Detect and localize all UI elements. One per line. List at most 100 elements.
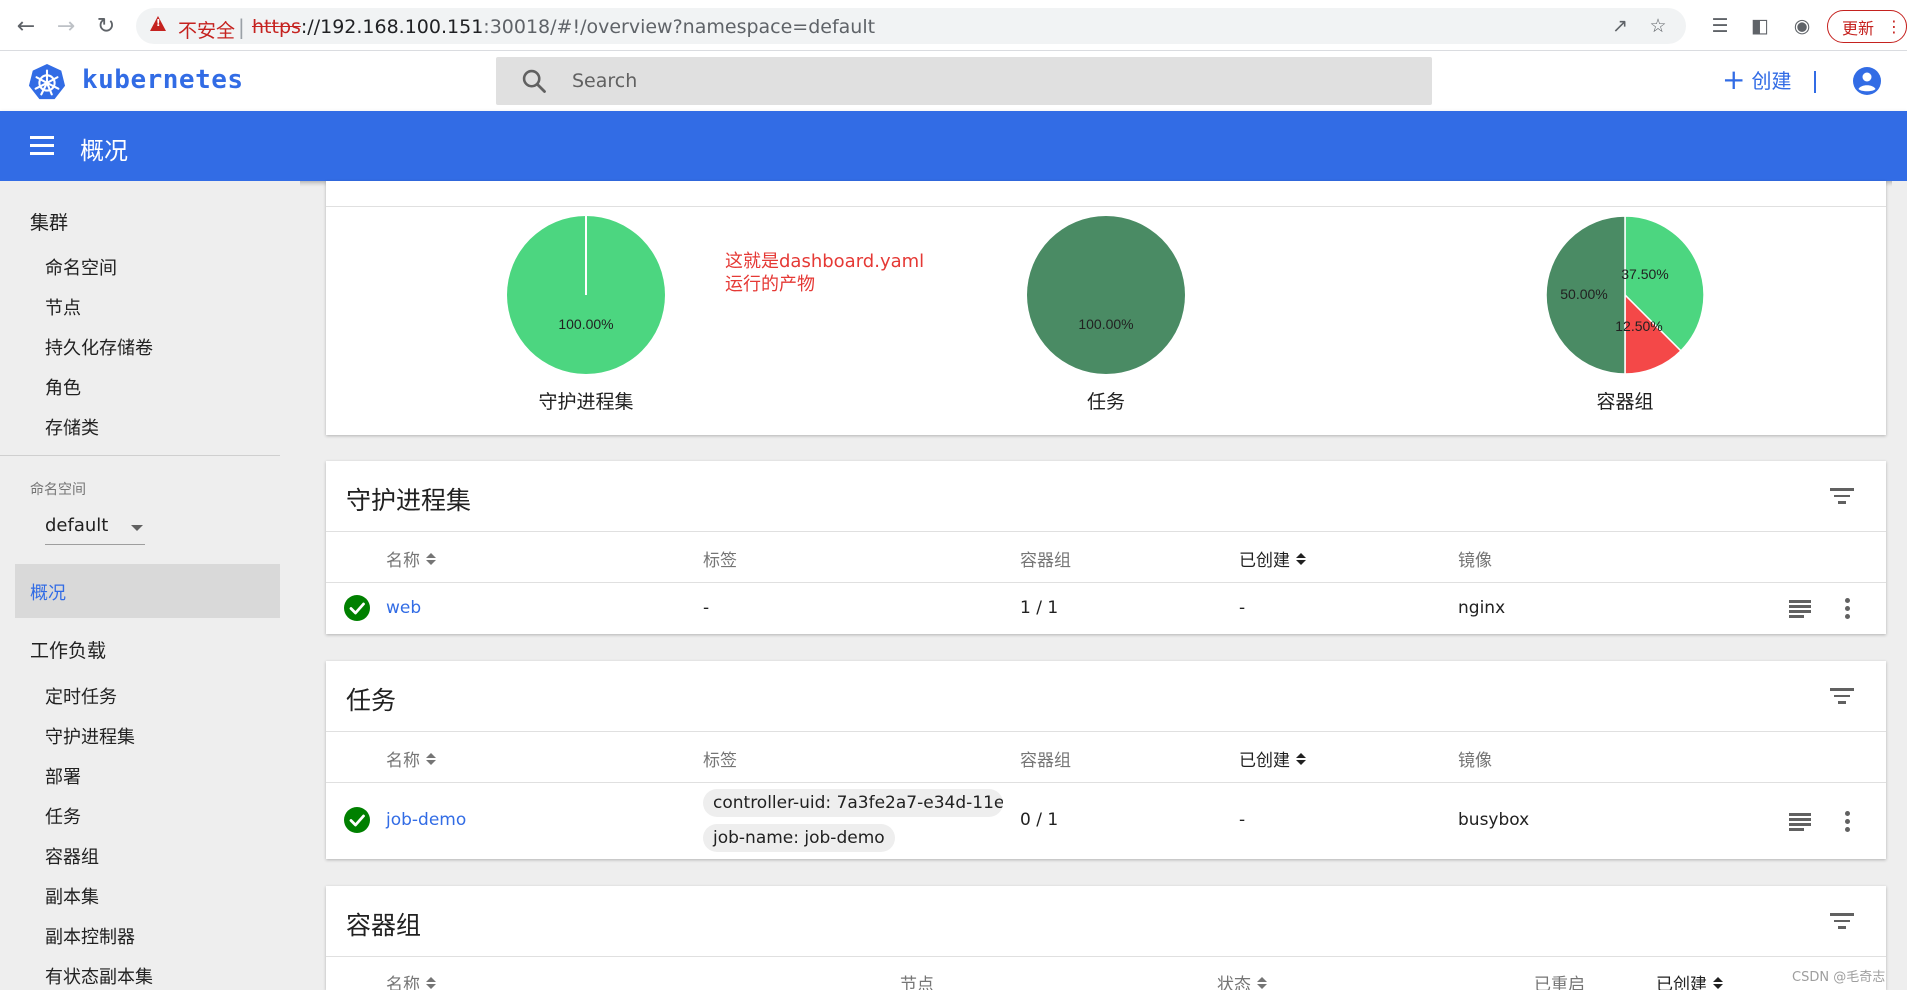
daemonsets-card: 守护进程集 名称 标签 容器组 已创建 镜像 web - 1 / 1 - ngi… [326, 461, 1886, 634]
update-button[interactable]: 更新 ⋮ [1827, 10, 1907, 43]
table-divider [326, 582, 1886, 583]
sidebar-item-storage-classes[interactable]: 存储类 [45, 414, 99, 440]
create-button[interactable]: + 创建 [1722, 65, 1791, 94]
star-icon[interactable]: ☆ [1644, 12, 1672, 40]
back-arrow-icon[interactable]: ← [12, 12, 40, 40]
share-icon[interactable]: ↗ [1606, 12, 1634, 40]
sidebar-nav: 集群 命名空间 节点 持久化存储卷 角色 存储类 命名空间 default 概况… [0, 181, 300, 990]
pie-jobs-label[interactable]: 任务 [1006, 387, 1206, 414]
label-chip: job-name: job-demo [703, 824, 895, 852]
table-divider [326, 782, 1886, 783]
sidebar-divider [0, 455, 280, 456]
sort-icon [1713, 976, 1723, 989]
table-divider [326, 956, 1886, 957]
workload-status-card: 100.00% 守护进程集 100.00% 任务 37.50% 12.50% 5… [326, 181, 1886, 435]
column-header-pods: 容器组 [1020, 751, 1071, 771]
table-row-name-link[interactable]: job-demo [386, 810, 466, 830]
logs-icon[interactable] [1789, 600, 1811, 618]
app-title[interactable]: kubernetes [82, 65, 244, 95]
sidebar-item-statefulsets[interactable]: 有状态副本集 [45, 963, 153, 989]
table-divider [326, 731, 1886, 732]
column-header-node: 节点 [900, 975, 934, 990]
pie-daemonsets-label[interactable]: 守护进程集 [486, 387, 686, 414]
success-check-icon [344, 595, 370, 621]
sidebar-item-pods[interactable]: 容器组 [45, 843, 99, 869]
column-header-labels: 标签 [703, 551, 737, 571]
table-divider [326, 531, 1886, 532]
daemonsets-title: 守护进程集 [346, 486, 472, 515]
pie-slice [1027, 216, 1185, 374]
warning-icon [150, 16, 166, 31]
sidebar-heading-cluster[interactable]: 集群 [30, 208, 68, 235]
pie-slice-label: 37.50% [1621, 266, 1668, 282]
sidebar-item-jobs[interactable]: 任务 [45, 803, 81, 829]
sidebar-item-persistent-volumes[interactable]: 持久化存储卷 [45, 334, 153, 360]
search-icon [522, 69, 546, 93]
column-header-created[interactable]: 已创建 [1656, 970, 1723, 990]
sidebar-item-cronjobs[interactable]: 定时任务 [45, 683, 117, 709]
sidebar-item-nodes[interactable]: 节点 [45, 294, 81, 320]
column-header-name[interactable]: 名称 [386, 546, 436, 571]
column-header-name[interactable]: 名称 [386, 746, 436, 771]
sidebar-item-namespaces[interactable]: 命名空间 [45, 254, 117, 280]
account-circle-icon[interactable] [1852, 66, 1882, 96]
sort-icon [1296, 752, 1306, 765]
pie-slice-label: 100.00% [1078, 316, 1133, 332]
column-header-created[interactable]: 已创建 [1239, 746, 1306, 771]
side-panel-icon[interactable]: ◧ [1746, 12, 1774, 40]
jobs-title: 任务 [346, 686, 397, 715]
more-vert-icon[interactable] [1845, 811, 1851, 833]
column-header-restarts: 已重启 [1534, 975, 1585, 990]
table-cell-created: - [1239, 810, 1246, 830]
pods-title: 容器组 [346, 911, 422, 940]
column-header-name[interactable]: 名称 [386, 970, 436, 990]
url-text[interactable]: https://192.168.100.151:30018/#!/overvie… [252, 16, 875, 38]
kubernetes-logo-icon[interactable] [28, 63, 66, 101]
profile-icon[interactable]: ◉ [1788, 12, 1816, 40]
column-header-created[interactable]: 已创建 [1239, 546, 1306, 571]
create-label: 创建 [1751, 69, 1792, 93]
pie-slice-label: 50.00% [1560, 286, 1607, 302]
label-chip: controller-uid: 7a3fe2a7-e34d-11ec- [703, 789, 1003, 817]
scrollbar-track[interactable] [1892, 181, 1907, 990]
plus-icon: + [1722, 62, 1746, 96]
column-header-images: 镜像 [1458, 551, 1492, 571]
table-cell-image: nginx [1458, 598, 1506, 618]
search-placeholder: Search [572, 70, 638, 92]
pods-card: 容器组 名称 节点 状态 已重启 已创建 [326, 886, 1886, 990]
filter-icon[interactable] [1830, 688, 1854, 706]
success-check-icon [344, 807, 370, 833]
menu-icon[interactable] [30, 136, 54, 156]
jobs-card: 任务 名称 标签 容器组 已创建 镜像 job-demo controller-… [326, 661, 1886, 859]
card-header-divider [326, 206, 1886, 207]
address-bar[interactable]: 不安全 | https://192.168.100.151:30018/#!/o… [136, 8, 1686, 44]
reading-list-icon[interactable]: ☰ [1706, 12, 1734, 40]
search-input[interactable]: Search [496, 57, 1432, 105]
column-header-status[interactable]: 状态 [1217, 970, 1267, 990]
sidebar-item-replication-controllers[interactable]: 副本控制器 [45, 923, 135, 949]
table-cell-image: busybox [1458, 810, 1530, 830]
forward-arrow-icon[interactable]: → [52, 12, 80, 40]
pie-pods-label[interactable]: 容器组 [1525, 387, 1725, 414]
sidebar-item-overview[interactable]: 概况 [15, 564, 280, 618]
annotation-line-1: 这就是dashboard.yaml [725, 251, 925, 272]
sidebar-item-roles[interactable]: 角色 [45, 374, 81, 400]
table-cell-created: - [1239, 598, 1246, 618]
namespace-value: default [45, 515, 109, 536]
reload-icon[interactable]: ↻ [92, 12, 120, 40]
sidebar-heading-workloads[interactable]: 工作负载 [30, 636, 106, 663]
sidebar-item-deployments[interactable]: 部署 [45, 763, 81, 789]
sort-icon [426, 976, 436, 989]
filter-icon[interactable] [1830, 488, 1854, 506]
app-header: kubernetes Search + 创建 [0, 51, 1907, 111]
filter-icon[interactable] [1830, 913, 1854, 931]
table-cell-pods: 1 / 1 [1020, 598, 1059, 618]
namespace-select[interactable]: default [45, 511, 145, 545]
more-vert-icon[interactable] [1845, 598, 1851, 620]
sidebar-item-daemonsets[interactable]: 守护进程集 [45, 723, 135, 749]
sidebar-item-replicasets[interactable]: 副本集 [45, 883, 99, 909]
annotation-note: 这就是dashboard.yaml 运行的产物 [725, 250, 924, 296]
table-row-name-link[interactable]: web [386, 598, 421, 618]
logs-icon[interactable] [1789, 813, 1811, 831]
page-title: 概况 [80, 137, 128, 165]
